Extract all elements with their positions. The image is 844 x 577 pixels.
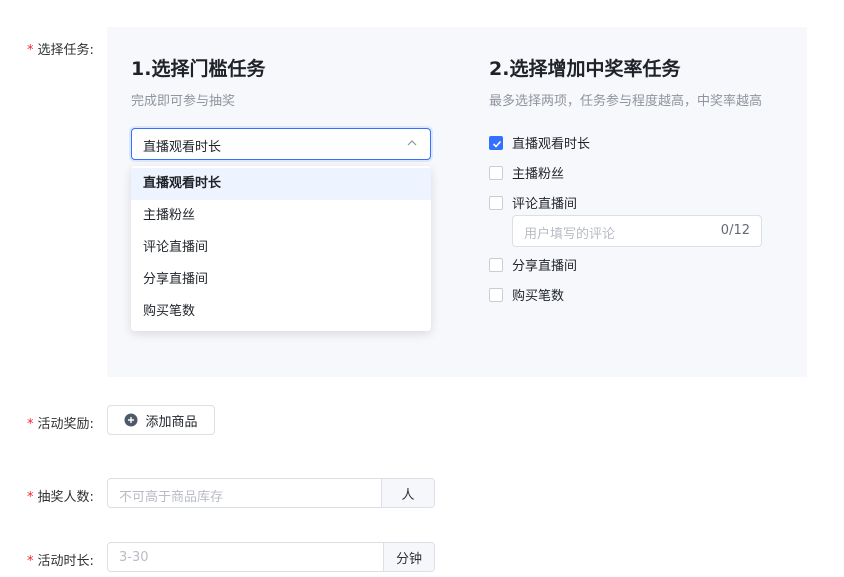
required-mark: * xyxy=(27,417,34,432)
chevron-up-icon xyxy=(407,140,417,146)
boost-item-watch-duration[interactable]: 直播观看时长 xyxy=(489,133,590,152)
duration-label: * 活动时长: xyxy=(27,554,94,569)
boost-subtitle: 最多选择两项，任务参与程度越高，中奖率越高 xyxy=(489,94,763,109)
dropdown-option[interactable]: 购买笔数 xyxy=(131,296,431,328)
checkbox-label: 分享直播间 xyxy=(512,259,578,274)
threshold-subtitle: 完成即可参与抽奖 xyxy=(131,94,236,109)
required-mark: * xyxy=(27,43,34,58)
dropdown-option[interactable]: 主播粉丝 xyxy=(131,200,431,232)
winners-input[interactable]: 不可高于商品库存 人 xyxy=(107,478,435,508)
comment-input[interactable]: 用户填写的评论 0/12 xyxy=(512,215,762,247)
required-mark: * xyxy=(27,490,34,505)
boost-item-fans[interactable]: 主播粉丝 xyxy=(489,163,564,182)
comment-placeholder: 用户填写的评论 xyxy=(524,227,616,242)
required-mark: * xyxy=(27,554,34,569)
boost-title: 2.选择增加中奖率任务 xyxy=(489,58,681,80)
boost-item-purchase[interactable]: 购买笔数 xyxy=(489,285,564,304)
dropdown-option[interactable]: 分享直播间 xyxy=(131,264,431,296)
threshold-task-select[interactable]: 直播观看时长 xyxy=(131,128,431,160)
checkbox[interactable] xyxy=(489,165,503,180)
duration-unit: 分钟 xyxy=(383,543,434,571)
add-product-label: 添加商品 xyxy=(145,414,198,430)
plus-circle-icon xyxy=(124,413,138,427)
duration-input[interactable]: 3-30 分钟 xyxy=(107,542,435,572)
winners-label: * 抽奖人数: xyxy=(27,490,94,505)
select-value: 直播观看时长 xyxy=(143,140,222,155)
task-panel: 1.选择门槛任务 完成即可参与抽奖 2.选择增加中奖率任务 最多选择两项，任务参… xyxy=(107,27,807,377)
checkbox-checked[interactable] xyxy=(489,135,503,150)
add-product-button[interactable]: 添加商品 xyxy=(107,405,215,435)
checkbox-label: 购买笔数 xyxy=(512,289,565,304)
checkbox-label: 评论直播间 xyxy=(512,197,578,212)
threshold-title: 1.选择门槛任务 xyxy=(131,58,266,80)
winners-placeholder: 不可高于商品库存 xyxy=(119,490,224,505)
checkbox-label: 直播观看时长 xyxy=(512,137,591,152)
dropdown-option[interactable]: 直播观看时长 xyxy=(131,168,431,200)
boost-item-share[interactable]: 分享直播间 xyxy=(489,255,577,274)
checkbox[interactable] xyxy=(489,257,503,272)
check-icon xyxy=(492,140,502,148)
threshold-dropdown: 直播观看时长 主播粉丝 评论直播间 分享直播间 购买笔数 xyxy=(131,166,431,331)
boost-item-comment[interactable]: 评论直播间 xyxy=(489,193,577,212)
select-task-label: * 选择任务: xyxy=(27,43,94,58)
duration-placeholder: 3-30 xyxy=(119,550,149,565)
checkbox[interactable] xyxy=(489,195,503,210)
checkbox-label: 主播粉丝 xyxy=(512,167,565,182)
reward-label: * 活动奖励: xyxy=(27,417,94,432)
winners-unit: 人 xyxy=(381,479,434,507)
dropdown-option[interactable]: 评论直播间 xyxy=(131,232,431,264)
comment-char-count: 0/12 xyxy=(720,223,750,238)
checkbox[interactable] xyxy=(489,287,503,302)
